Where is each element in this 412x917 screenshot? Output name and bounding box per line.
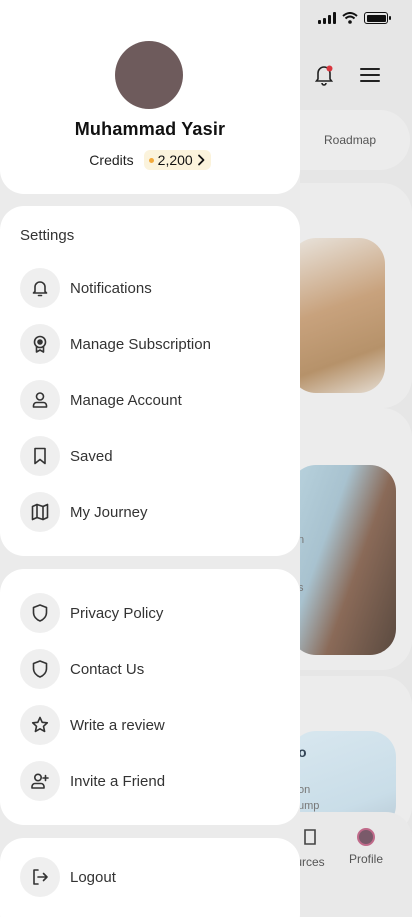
- side-drawer: Muhammad Yasir Credits 2,200 Settings No…: [0, 0, 300, 917]
- bell-icon[interactable]: [314, 64, 334, 86]
- partial-text: ump: [298, 800, 320, 812]
- menu-item-label: Invite a Friend: [70, 772, 166, 790]
- shield-icon: [20, 649, 60, 689]
- star-icon: [20, 705, 60, 745]
- bookmark-icon: [20, 436, 60, 476]
- menu-item-label: Contact Us: [70, 660, 145, 678]
- profile-card: Muhammad Yasir Credits 2,200: [0, 0, 300, 194]
- nav-profile[interactable]: Profile: [345, 828, 387, 866]
- logout-label: Logout: [70, 868, 116, 886]
- menu-item-manage-subscription[interactable]: Manage Subscription: [20, 324, 280, 364]
- map-icon: [20, 492, 60, 532]
- profile-avatar-icon: [357, 828, 375, 846]
- settings-card: Settings Notifications Manage Subscripti…: [0, 206, 300, 556]
- user-plus-icon: [20, 761, 60, 801]
- book-icon: [304, 829, 316, 845]
- signal-icon: [318, 12, 336, 24]
- credits-label: Credits: [89, 152, 134, 168]
- chevron-right-icon: [197, 154, 205, 166]
- menu-item-label: Manage Subscription: [70, 335, 211, 353]
- user-icon: [20, 380, 60, 420]
- user-name: Muhammad Yasir: [74, 119, 226, 139]
- menu-item-privacy-policy[interactable]: Privacy Policy: [20, 593, 280, 633]
- badge-icon: [20, 324, 60, 364]
- menu-item-label: Manage Account: [70, 391, 182, 409]
- menu-item-manage-account[interactable]: Manage Account: [20, 380, 280, 420]
- menu-item-notifications[interactable]: Notifications: [20, 268, 280, 308]
- menu-item-write-a-review[interactable]: Write a review: [20, 705, 280, 745]
- menu-item-label: Write a review: [70, 716, 165, 734]
- logout-button[interactable]: Logout: [20, 857, 280, 897]
- battery-icon: [364, 12, 391, 24]
- status-bar: [318, 12, 391, 24]
- woman-photo: [290, 238, 385, 393]
- credits-pill[interactable]: 2,200: [143, 150, 211, 170]
- shield-icon: [20, 593, 60, 633]
- logout-card: Logout: [0, 838, 300, 917]
- settings-title: Settings: [20, 227, 75, 244]
- menu-item-invite-a-friend[interactable]: Invite a Friend: [20, 761, 280, 801]
- credits-value: 2,200: [157, 152, 193, 168]
- tab-roadmap[interactable]: Roadmap: [324, 133, 376, 147]
- bell-icon: [20, 268, 60, 308]
- menu-item-label: Privacy Policy: [70, 604, 164, 622]
- menu-item-contact-us[interactable]: Contact Us: [20, 649, 280, 689]
- man-headphones-photo: [290, 465, 396, 655]
- menu-item-label: Notifications: [70, 279, 152, 297]
- logout-icon: [20, 857, 60, 897]
- menu-item-saved[interactable]: Saved: [20, 436, 280, 476]
- coin-icon: [148, 157, 154, 163]
- credits-row: Credits 2,200: [0, 150, 300, 170]
- info-card: Privacy Policy Contact Us Write a review…: [0, 569, 300, 825]
- menu-item-my-journey[interactable]: My Journey: [20, 492, 280, 532]
- menu-item-label: My Journey: [70, 503, 148, 521]
- nav-profile-label: Profile: [348, 852, 383, 866]
- wifi-icon: [342, 12, 358, 24]
- avatar[interactable]: [115, 41, 183, 109]
- menu-item-label: Saved: [70, 447, 113, 465]
- menu-icon[interactable]: [360, 67, 380, 83]
